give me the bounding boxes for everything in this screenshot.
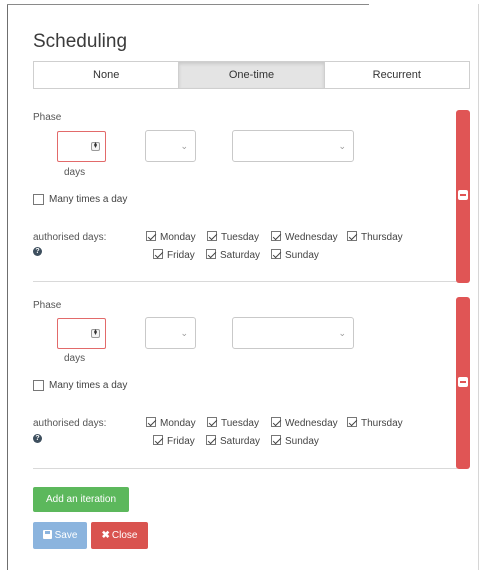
day-monday[interactable]: Monday — [146, 417, 196, 429]
days-unit-label: days — [64, 167, 86, 178]
dialog-border-left — [7, 4, 8, 570]
day-thursday[interactable]: Thursday — [347, 417, 403, 429]
iteration-2: Phase ▴ ▾ days ⌄ ⌄ Many times a day autho… — [33, 292, 470, 469]
day-saturday[interactable]: Saturday — [206, 435, 261, 447]
tab-none[interactable]: None — [34, 62, 180, 88]
dialog-border-right — [478, 4, 479, 570]
scheduling-mode-tabs: None One-time Recurrent — [33, 61, 470, 89]
day-label: Monday — [160, 232, 196, 243]
day-label: Saturday — [220, 250, 261, 261]
day-label: Saturday — [220, 436, 261, 447]
phase-select-2[interactable]: ⌄ — [232, 317, 354, 349]
day-label: Tuesday — [221, 232, 259, 243]
spinner-icon[interactable]: ▴ ▾ — [91, 141, 100, 151]
authorised-days-label: authorised days: — [33, 232, 107, 243]
many-times-label: Many times a day — [49, 194, 128, 206]
phase-label: Phase — [33, 300, 62, 311]
many-times-label: Many times a day — [49, 380, 128, 392]
remove-iteration-2-button[interactable] — [456, 297, 470, 469]
day-sunday[interactable]: Sunday — [271, 435, 319, 447]
day-checkbox[interactable] — [347, 231, 357, 242]
iteration-divider — [33, 468, 457, 469]
many-times-checkbox[interactable] — [33, 380, 44, 391]
day-checkbox[interactable] — [271, 231, 281, 242]
day-checkbox[interactable] — [347, 417, 357, 428]
day-label: Wednesday — [285, 418, 338, 429]
phase-select-2[interactable]: ⌄ — [232, 130, 354, 162]
days-unit-label: days — [64, 353, 86, 364]
day-wednesday[interactable]: Wednesday — [271, 417, 338, 429]
save-button[interactable]: Save — [33, 522, 87, 549]
save-label: Save — [54, 530, 78, 541]
chevron-down-icon: ⌄ — [338, 141, 346, 151]
tab-one-time[interactable]: One-time — [179, 62, 325, 88]
day-label: Friday — [167, 436, 195, 447]
authorised-days-label: authorised days: — [33, 418, 107, 429]
day-tuesday[interactable]: Tuesday — [207, 417, 259, 429]
day-saturday[interactable]: Saturday — [206, 249, 261, 261]
day-sunday[interactable]: Sunday — [271, 249, 319, 261]
day-checkbox[interactable] — [271, 249, 281, 260]
day-label: Sunday — [285, 250, 319, 261]
day-checkbox[interactable] — [271, 435, 281, 446]
day-friday[interactable]: Friday — [153, 435, 195, 447]
close-icon: ✖ — [101, 530, 110, 541]
close-button[interactable]: ✖ Close — [91, 522, 148, 549]
phase-select-1[interactable]: ⌄ — [145, 317, 196, 349]
iteration-divider — [33, 281, 457, 282]
day-label: Thursday — [361, 232, 403, 243]
many-times-checkbox-row[interactable]: Many times a day — [33, 194, 127, 205]
minus-icon — [458, 190, 468, 200]
spinner-icon[interactable]: ▴ ▾ — [91, 328, 100, 338]
phase-number-input[interactable]: ▴ ▾ — [57, 318, 106, 349]
tab-recurrent[interactable]: Recurrent — [325, 62, 469, 88]
day-label: Sunday — [285, 436, 319, 447]
many-times-checkbox-row[interactable]: Many times a day — [33, 380, 127, 391]
phase-number-input[interactable]: ▴ ▾ — [57, 131, 106, 162]
day-label: Friday — [167, 250, 195, 261]
day-label: Wednesday — [285, 232, 338, 243]
day-monday[interactable]: Monday — [146, 231, 196, 243]
day-label: Thursday — [361, 418, 403, 429]
help-icon[interactable]: ? — [33, 247, 42, 256]
day-wednesday[interactable]: Wednesday — [271, 231, 338, 243]
day-thursday[interactable]: Thursday — [347, 231, 403, 243]
phase-label: Phase — [33, 112, 62, 123]
help-icon[interactable]: ? — [33, 434, 42, 443]
many-times-checkbox[interactable] — [33, 194, 44, 205]
day-checkbox[interactable] — [206, 435, 216, 446]
day-label: Monday — [160, 418, 196, 429]
chevron-down-icon: ⌄ — [180, 328, 188, 338]
dialog-border-top — [7, 4, 369, 5]
floppy-disk-icon — [42, 530, 52, 539]
day-checkbox[interactable] — [207, 231, 217, 242]
minus-icon — [458, 377, 468, 387]
close-label: Close — [111, 530, 138, 541]
iteration-1: Phase ▴ ▾ days ⌄ ⌄ Many times a day autho… — [33, 104, 470, 282]
day-friday[interactable]: Friday — [153, 249, 195, 261]
dialog-title: Scheduling — [33, 31, 128, 52]
day-checkbox[interactable] — [271, 417, 281, 428]
remove-iteration-1-button[interactable] — [456, 110, 470, 283]
day-checkbox[interactable] — [146, 417, 156, 428]
day-label: Tuesday — [221, 418, 259, 429]
day-checkbox[interactable] — [207, 417, 217, 428]
day-tuesday[interactable]: Tuesday — [207, 231, 259, 243]
chevron-down-icon: ⌄ — [180, 141, 188, 151]
day-checkbox[interactable] — [153, 435, 163, 446]
day-checkbox[interactable] — [146, 231, 156, 242]
chevron-down-icon: ⌄ — [338, 328, 346, 338]
day-checkbox[interactable] — [206, 249, 216, 260]
add-iteration-button[interactable]: Add an iteration — [33, 487, 129, 512]
phase-select-1[interactable]: ⌄ — [145, 130, 196, 162]
day-checkbox[interactable] — [153, 249, 163, 260]
